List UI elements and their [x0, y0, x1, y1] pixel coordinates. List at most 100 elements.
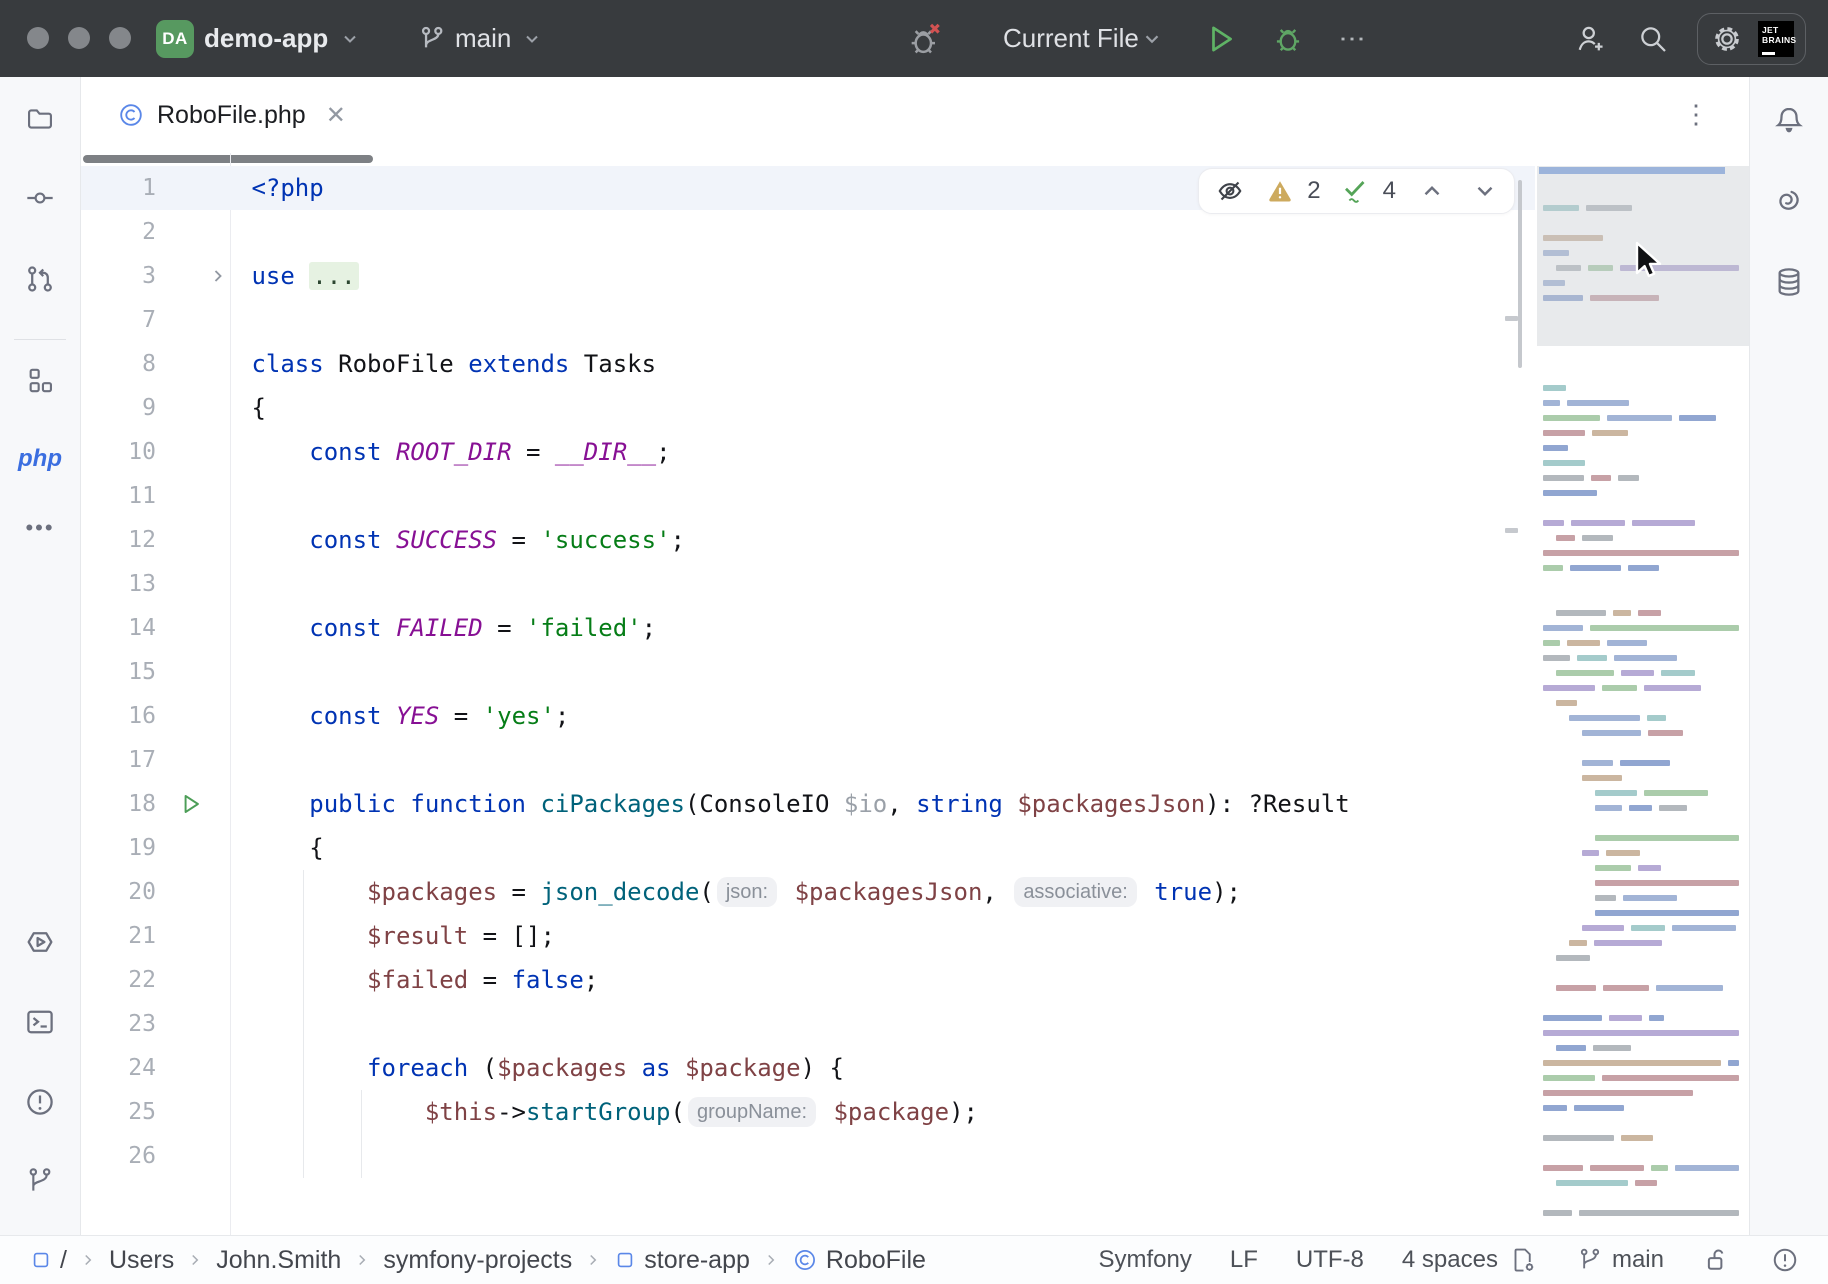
php-tool-icon[interactable]: php: [18, 445, 62, 473]
line-number[interactable]: 8: [81, 351, 156, 377]
problems-tool-icon[interactable]: [23, 1085, 57, 1119]
event-log-icon[interactable]: [1770, 1245, 1800, 1275]
code-text[interactable]: [237, 298, 1535, 342]
no-debug-config-icon[interactable]: [905, 19, 945, 59]
code-text[interactable]: [237, 738, 1535, 782]
line-number[interactable]: 21: [81, 923, 156, 949]
project-tool-icon[interactable]: [24, 103, 56, 135]
code-text[interactable]: $failed = false;: [237, 958, 1535, 1002]
code-text[interactable]: $packages = json_decode(json: $packagesJ…: [237, 870, 1535, 914]
line-number[interactable]: 14: [81, 615, 156, 641]
code-text[interactable]: public function ciPackages(ConsoleIO $io…: [237, 782, 1535, 826]
line-number[interactable]: 24: [81, 1055, 156, 1081]
line-number[interactable]: 25: [81, 1099, 156, 1125]
next-problem-chevron-icon[interactable]: [1472, 178, 1498, 204]
indent-widget[interactable]: 4 spaces: [1402, 1245, 1538, 1275]
vcs-widget[interactable]: main: [418, 0, 542, 77]
code-text[interactable]: {: [237, 826, 1535, 870]
project-widget[interactable]: DA demo-app: [156, 0, 360, 77]
code-text[interactable]: [237, 1134, 1535, 1178]
code-text[interactable]: const ROOT_DIR = __DIR__;: [237, 430, 1535, 474]
encoding-widget[interactable]: UTF-8: [1296, 1246, 1364, 1274]
breadcrumb-item[interactable]: Users: [109, 1246, 174, 1275]
line-number[interactable]: 10: [81, 439, 156, 465]
code-text[interactable]: $result = [];: [237, 914, 1535, 958]
line-number[interactable]: 18: [81, 791, 156, 817]
warning-icon[interactable]: [1266, 177, 1294, 205]
breadcrumb-item[interactable]: John.Smith: [216, 1246, 341, 1275]
line-number[interactable]: 11: [81, 483, 156, 509]
ai-assistant-icon[interactable]: [1772, 185, 1806, 219]
window-minimize-button[interactable]: [68, 27, 90, 49]
prev-problem-chevron-icon[interactable]: [1419, 178, 1445, 204]
inspection-widget[interactable]: 2 4: [1198, 168, 1515, 214]
line-number[interactable]: 19: [81, 835, 156, 861]
line-number[interactable]: 23: [81, 1011, 156, 1037]
code-text[interactable]: use ...: [237, 254, 1535, 298]
file-settings-icon[interactable]: [1508, 1245, 1538, 1275]
line-separator-widget[interactable]: LF: [1230, 1246, 1258, 1274]
hide-highlights-eye-icon[interactable]: [1215, 176, 1245, 206]
code-text[interactable]: [237, 650, 1535, 694]
code-text[interactable]: {: [237, 386, 1535, 430]
structure-tool-icon[interactable]: [24, 365, 56, 397]
editor-scrollbar-thumb[interactable]: [1518, 180, 1522, 368]
pull-requests-tool-icon[interactable]: [23, 262, 57, 296]
window-close-button[interactable]: [27, 27, 49, 49]
code-text[interactable]: const SUCCESS = 'success';: [237, 518, 1535, 562]
folded-region[interactable]: ...: [309, 262, 358, 290]
add-user-icon[interactable]: [1573, 21, 1609, 57]
debug-button[interactable]: [1269, 20, 1307, 58]
unlocked-icon[interactable]: [1702, 1245, 1732, 1275]
close-icon[interactable]: ✕: [326, 101, 346, 130]
minimap[interactable]: [1537, 153, 1749, 1236]
fold-chevron-icon[interactable]: [208, 266, 228, 286]
database-tool-icon[interactable]: [1772, 265, 1806, 299]
code-text[interactable]: [237, 210, 1535, 254]
line-number[interactable]: 13: [81, 571, 156, 597]
tab-options-kebab[interactable]: ⋮: [1683, 99, 1709, 130]
code-text[interactable]: $this->startGroup(groupName: $package);: [237, 1090, 1535, 1134]
line-number[interactable]: 22: [81, 967, 156, 993]
line-number[interactable]: 17: [81, 747, 156, 773]
code-text[interactable]: [237, 562, 1535, 606]
git-tool-icon[interactable]: [24, 1165, 56, 1197]
code-text[interactable]: [237, 474, 1535, 518]
breadcrumb-item[interactable]: store-app: [614, 1246, 750, 1275]
status-branch-widget[interactable]: main: [1576, 1246, 1664, 1274]
services-tool-icon[interactable]: [23, 925, 57, 959]
notifications-bell-icon[interactable]: [1772, 103, 1806, 137]
chevron-down-icon[interactable]: [1141, 28, 1163, 50]
more-actions-kebab[interactable]: ⋮: [1337, 26, 1368, 52]
line-number[interactable]: 26: [81, 1143, 156, 1169]
line-number[interactable]: 3: [81, 263, 156, 289]
window-zoom-button[interactable]: [109, 27, 131, 49]
tab-robofile[interactable]: RoboFile.php ✕: [101, 77, 362, 153]
code-text[interactable]: foreach ($packages as $package) {: [237, 1046, 1535, 1090]
line-number[interactable]: 7: [81, 307, 156, 333]
line-number[interactable]: 15: [81, 659, 156, 685]
more-tools-icon[interactable]: •••: [25, 515, 54, 541]
run-config-selector[interactable]: Current File: [1003, 23, 1139, 54]
line-number[interactable]: 2: [81, 219, 156, 245]
line-number[interactable]: 1: [81, 175, 156, 201]
tab-scroll-thumb[interactable]: [83, 155, 373, 163]
code-text[interactable]: const YES = 'yes';: [237, 694, 1535, 738]
code-text[interactable]: class RoboFile extends Tasks: [237, 342, 1535, 386]
line-number[interactable]: 9: [81, 395, 156, 421]
line-number[interactable]: 12: [81, 527, 156, 553]
settings-pill[interactable]: JET BRAINS: [1697, 13, 1806, 65]
commit-tool-icon[interactable]: [24, 182, 56, 214]
gear-icon[interactable]: [1709, 21, 1745, 57]
terminal-tool-icon[interactable]: [23, 1005, 57, 1039]
breadcrumb-item[interactable]: symfony-projects: [383, 1246, 572, 1275]
breadcrumb-item[interactable]: RoboFile: [792, 1246, 926, 1275]
run-method-icon[interactable]: [178, 791, 204, 817]
line-number[interactable]: 16: [81, 703, 156, 729]
run-button[interactable]: [1203, 21, 1239, 57]
code-text[interactable]: [237, 1002, 1535, 1046]
search-icon[interactable]: [1635, 21, 1671, 57]
line-number[interactable]: 20: [81, 879, 156, 905]
code-editor[interactable]: 1 <?php2 3 use ...7 8 class RoboFile ext…: [81, 153, 1749, 1236]
passed-check-icon[interactable]: [1340, 176, 1370, 206]
